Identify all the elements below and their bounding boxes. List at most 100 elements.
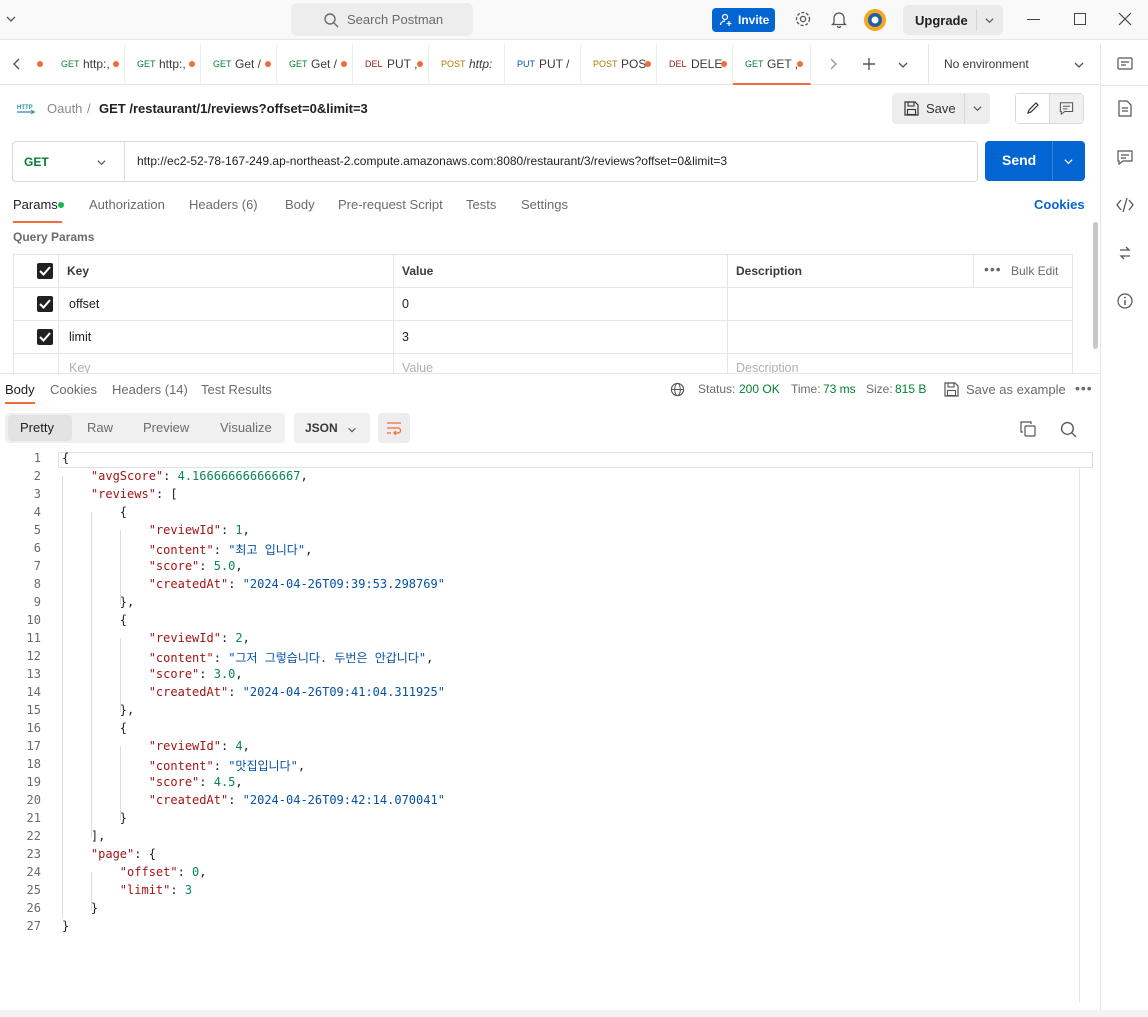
- tab-name: Get /: [311, 57, 338, 71]
- related-collections-icon[interactable]: [1118, 245, 1132, 264]
- request-tab-bar: GET http:, GET http:, GET Get / GET Get / DEL PUT…: [0, 44, 1100, 85]
- chevron-down-icon[interactable]: [897, 59, 909, 74]
- environment-selector[interactable]: No environment: [928, 44, 1100, 85]
- request-tab[interactable]: POST http:: [429, 44, 505, 85]
- chevron-right-icon[interactable]: [828, 58, 838, 73]
- method-select[interactable]: GET: [13, 142, 125, 181]
- chevron-down-icon[interactable]: [5, 13, 17, 28]
- copy-icon[interactable]: [1020, 421, 1036, 440]
- code-token: "content": [148, 759, 214, 773]
- url-input[interactable]: http://ec2-52-78-167-249.ap-northeast-2.…: [137, 154, 727, 168]
- request-tab[interactable]: PUT PUT /: [505, 44, 581, 85]
- tab-response-body[interactable]: Body: [5, 382, 35, 397]
- size-value[interactable]: 815 B: [895, 382, 926, 396]
- tab-visualize[interactable]: Visualize: [220, 420, 272, 435]
- bulk-edit-cell: ••• Bulk Edit: [974, 255, 1072, 288]
- code-scrollbar[interactable]: [1079, 468, 1080, 1003]
- plus-icon[interactable]: [862, 57, 876, 74]
- scrollbar[interactable]: [1093, 222, 1098, 349]
- comment-icon: [1059, 102, 1074, 115]
- chevron-down-icon[interactable]: [1063, 156, 1074, 167]
- code-token: "맛집입니다": [228, 759, 298, 773]
- gear-icon[interactable]: [794, 10, 812, 31]
- select-all-checkbox[interactable]: [37, 263, 53, 279]
- chevron-down-icon[interactable]: [972, 103, 983, 114]
- minimize-icon[interactable]: [1027, 19, 1040, 20]
- tab-params[interactable]: Params: [13, 197, 58, 212]
- more-options-icon[interactable]: •••: [1075, 380, 1093, 396]
- maximize-icon[interactable]: [1074, 13, 1086, 25]
- format-select[interactable]: JSON: [294, 413, 370, 443]
- line-number: 12: [26, 649, 41, 663]
- code-line: {: [62, 451, 69, 465]
- documentation-icon[interactable]: [1118, 100, 1132, 120]
- page-title[interactable]: GET /restaurant/1/reviews?offset=0&limit…: [99, 101, 368, 116]
- line-number: 25: [26, 883, 41, 897]
- tab-tests[interactable]: Tests: [466, 197, 496, 212]
- key-input[interactable]: Key: [59, 354, 394, 373]
- search-icon[interactable]: [1060, 421, 1077, 441]
- time-value[interactable]: 73 ms: [823, 382, 856, 396]
- key-cell[interactable]: offset: [59, 288, 394, 321]
- save-button[interactable]: Save: [892, 93, 990, 124]
- request-tab[interactable]: GET http:,: [49, 44, 125, 85]
- request-tab[interactable]: GET GET ,: [733, 44, 811, 85]
- comment-button[interactable]: [1050, 94, 1083, 123]
- value-cell[interactable]: 3: [394, 321, 728, 354]
- request-tab[interactable]: POST POS: [581, 44, 657, 85]
- search-bar[interactable]: Search Postman: [291, 3, 473, 36]
- code-token: 4: [235, 739, 243, 753]
- wrap-lines-button[interactable]: [378, 413, 410, 443]
- request-tab[interactable]: DEL PUT ,: [353, 44, 429, 85]
- tab-response-cookies[interactable]: Cookies: [50, 382, 97, 397]
- upgrade-button[interactable]: Upgrade: [903, 5, 1003, 35]
- bell-icon[interactable]: [830, 10, 848, 31]
- value-input[interactable]: Value: [394, 354, 728, 373]
- code-line: "createdAt": "2024-04-26T09:39:53.298769…: [62, 577, 445, 591]
- row-checkbox[interactable]: [37, 329, 53, 345]
- tab-authorization[interactable]: Authorization: [89, 197, 165, 212]
- info-icon[interactable]: [1117, 293, 1133, 312]
- chevron-down-icon: [1074, 62, 1084, 68]
- status-value[interactable]: 200 OK: [739, 382, 780, 396]
- request-tab[interactable]: DEL DELE: [657, 44, 733, 85]
- key-cell[interactable]: limit: [59, 321, 394, 354]
- save-as-example-button[interactable]: Save as example: [966, 382, 1066, 397]
- chevron-down-icon[interactable]: [984, 15, 995, 26]
- comments-icon[interactable]: [1117, 149, 1133, 168]
- avatar[interactable]: [863, 8, 887, 35]
- tab-headers[interactable]: Headers (6): [189, 197, 258, 212]
- close-icon[interactable]: [1118, 12, 1132, 29]
- description-input[interactable]: Description: [728, 354, 1072, 373]
- tab-pre-request-script[interactable]: Pre-request Script: [338, 197, 443, 212]
- globe-icon[interactable]: [670, 382, 685, 400]
- request-tab[interactable]: GET Get /: [201, 44, 277, 85]
- code-icon[interactable]: [1116, 197, 1134, 216]
- tab-body[interactable]: Body: [285, 197, 315, 212]
- table-row: offset 0: [14, 288, 1072, 321]
- breadcrumb-collection[interactable]: Oauth: [47, 101, 82, 116]
- cookies-link[interactable]: Cookies: [1034, 197, 1085, 212]
- bulk-edit-link[interactable]: Bulk Edit: [1011, 264, 1058, 278]
- param-value: 0: [402, 297, 409, 311]
- tab-pretty[interactable]: Pretty: [20, 420, 54, 435]
- header-key: Key: [59, 255, 394, 288]
- invite-button[interactable]: Invite: [712, 8, 775, 32]
- environment-quick-look-icon[interactable]: [1117, 56, 1133, 75]
- value-cell[interactable]: 0: [394, 288, 728, 321]
- tab-raw[interactable]: Raw: [87, 420, 113, 435]
- edit-button[interactable]: [1016, 94, 1050, 123]
- description-cell[interactable]: [728, 288, 1072, 321]
- request-tab[interactable]: GET http:,: [125, 44, 201, 85]
- more-options-icon[interactable]: •••: [984, 261, 1002, 277]
- description-cell[interactable]: [728, 321, 1072, 354]
- send-button[interactable]: Send: [985, 141, 1085, 181]
- request-tab[interactable]: GET Get /: [277, 44, 353, 85]
- response-body-viewer[interactable]: 1 {2 "avgScore": 4.166666666666667, 3 "rev…: [0, 450, 1092, 1005]
- tab-settings[interactable]: Settings: [521, 197, 568, 212]
- tab-response-headers[interactable]: Headers (14): [112, 382, 188, 397]
- tab-preview[interactable]: Preview: [143, 420, 189, 435]
- chevron-left-icon[interactable]: [12, 58, 22, 73]
- tab-test-results[interactable]: Test Results: [201, 382, 272, 397]
- row-checkbox[interactable]: [37, 296, 53, 312]
